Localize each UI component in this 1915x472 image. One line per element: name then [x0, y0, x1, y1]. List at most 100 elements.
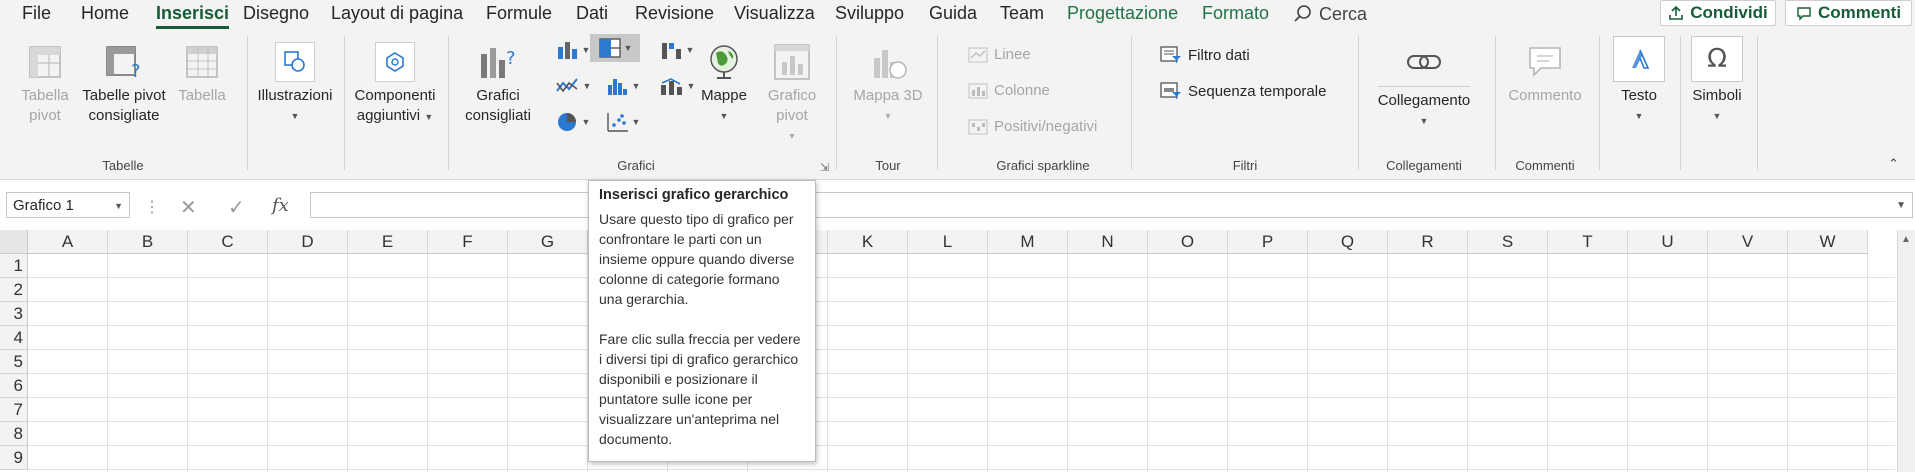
slicer-label: Filtro dati: [1188, 46, 1250, 64]
tab-view[interactable]: Visualizza: [734, 3, 815, 24]
column-header[interactable]: A: [28, 230, 108, 254]
pivot-table-button[interactable]: Tabella pivot: [14, 38, 76, 126]
text-button[interactable]: Testo ▼: [1607, 86, 1671, 126]
column-header[interactable]: E: [348, 230, 428, 254]
column-header[interactable]: N: [1068, 230, 1148, 254]
row-header[interactable]: 6: [0, 374, 28, 398]
hierarchy-chart-button[interactable]: ▼: [590, 34, 640, 62]
statistic-chart-button[interactable]: ▼: [598, 72, 648, 100]
tab-help[interactable]: Guida: [929, 3, 977, 24]
tab-page-layout[interactable]: Layout di pagina: [331, 3, 463, 24]
collapse-ribbon-icon[interactable]: ⌃: [1888, 156, 1899, 172]
column-header[interactable]: Q: [1308, 230, 1388, 254]
row-header[interactable]: 7: [0, 398, 28, 422]
addins-button[interactable]: Componenti aggiuntivi ▼: [350, 38, 440, 127]
row-header[interactable]: 4: [0, 326, 28, 350]
link-button[interactable]: Collegamento ▼: [1374, 38, 1474, 131]
insert-function-icon[interactable]: fx: [272, 195, 289, 216]
scatter-chart-button[interactable]: ▼: [598, 108, 648, 136]
chevron-down-icon: ▼: [883, 111, 893, 121]
row-header[interactable]: 2: [0, 278, 28, 302]
tab-team[interactable]: Team: [1000, 3, 1044, 24]
column-header[interactable]: R: [1388, 230, 1468, 254]
timeline-label: Sequenza temporale: [1188, 82, 1327, 100]
group-label-sparklines: Grafici sparkline: [996, 158, 1090, 173]
row-header[interactable]: 1: [0, 254, 28, 278]
dialog-launcher-icon[interactable]: ⇲: [820, 161, 829, 174]
column-header[interactable]: P: [1228, 230, 1308, 254]
sparkline-winloss-icon: [968, 119, 988, 134]
tab-review[interactable]: Revisione: [635, 3, 714, 24]
share-button[interactable]: Condividi: [1660, 0, 1776, 26]
group-separator: [1495, 36, 1496, 170]
tab-draw[interactable]: Disegno: [243, 3, 309, 24]
map-3d-button[interactable]: Mappa 3D ▼: [852, 38, 924, 126]
tab-home[interactable]: Home: [81, 3, 129, 24]
tab-insert[interactable]: Inserisci: [156, 3, 230, 29]
row-header[interactable]: 8: [0, 422, 28, 446]
column-header[interactable]: W: [1788, 230, 1868, 254]
symbols-button[interactable]: Simboli ▼: [1685, 86, 1749, 126]
text-label: Testo: [1621, 87, 1657, 104]
sparkline-columns-button[interactable]: Colonne: [968, 82, 1050, 99]
column-header[interactable]: C: [188, 230, 268, 254]
group-label-filters: Filtri: [1232, 158, 1258, 173]
formula-input[interactable]: ▼: [310, 192, 1913, 218]
tab-format[interactable]: Formato: [1202, 3, 1269, 24]
symbols-button-icon-frame[interactable]: Ω: [1691, 36, 1743, 82]
sparkline-lines-button[interactable]: Linee: [968, 46, 1031, 63]
tab-design[interactable]: Progettazione: [1067, 3, 1178, 24]
tab-file[interactable]: File: [22, 3, 51, 24]
illustrations-button[interactable]: Illustrazioni ▼: [253, 38, 337, 126]
vertical-scrollbar[interactable]: ▲: [1897, 230, 1915, 472]
sparkline-winloss-button[interactable]: Positivi/negativi: [968, 118, 1097, 135]
column-header[interactable]: V: [1708, 230, 1788, 254]
scatter-chart-icon: [606, 113, 628, 132]
cell-area[interactable]: [28, 254, 1895, 472]
name-box[interactable]: Grafico 1 ▼: [6, 192, 130, 218]
column-header[interactable]: F: [428, 230, 508, 254]
menu-bar: File Home Inserisci Disegno Layout di pa…: [0, 0, 1915, 30]
column-header[interactable]: U: [1628, 230, 1708, 254]
tab-data[interactable]: Dati: [576, 3, 608, 24]
pie-chart-button[interactable]: ▼: [548, 108, 598, 136]
column-header[interactable]: K: [828, 230, 908, 254]
column-header[interactable]: M: [988, 230, 1068, 254]
select-all-corner[interactable]: [0, 230, 28, 254]
comments-button[interactable]: Commenti: [1785, 0, 1912, 26]
text-button-icon-frame[interactable]: [1613, 36, 1665, 82]
pivot-chart-button[interactable]: Grafico pivot ▼: [758, 38, 826, 146]
recommended-charts-button[interactable]: ? Grafici consigliati: [456, 38, 540, 126]
group-label-charts: Grafici: [617, 158, 655, 173]
line-chart-button[interactable]: ▼: [548, 72, 598, 100]
column-header[interactable]: D: [268, 230, 348, 254]
maps-button[interactable]: Mappe ▼: [694, 38, 754, 126]
table-button[interactable]: Tabella: [172, 38, 232, 106]
row-header[interactable]: 5: [0, 350, 28, 374]
table-icon: [186, 46, 218, 78]
column-header[interactable]: S: [1468, 230, 1548, 254]
column-header[interactable]: G: [508, 230, 588, 254]
slicer-button[interactable]: Filtro dati: [1160, 46, 1250, 64]
combo-chart-icon: [660, 78, 682, 95]
cancel-icon[interactable]: ✕: [180, 195, 197, 220]
row-header[interactable]: 9: [0, 446, 28, 470]
tooltip-paragraph-1: Usare questo tipo di grafico per confron…: [599, 211, 795, 307]
column-header[interactable]: T: [1548, 230, 1628, 254]
new-comment-button[interactable]: Commento: [1504, 38, 1586, 106]
column-header[interactable]: O: [1148, 230, 1228, 254]
recommended-pivot-button[interactable]: ? Tabelle pivot consigliate: [78, 38, 170, 126]
scroll-up-icon[interactable]: ▲: [1901, 234, 1911, 245]
timeline-button[interactable]: Sequenza temporale: [1160, 82, 1326, 100]
enter-check-icon[interactable]: ✓: [228, 195, 245, 220]
new-comment-label: Commento: [1508, 87, 1582, 104]
column-header[interactable]: B: [108, 230, 188, 254]
tab-formulas[interactable]: Formule: [486, 3, 552, 24]
row-header[interactable]: 3: [0, 302, 28, 326]
more-options-icon[interactable]: ⋮: [144, 197, 160, 217]
tab-developer[interactable]: Sviluppo: [835, 3, 904, 24]
tooltip-paragraph-2: Fare clic sulla freccia per vedere i div…: [599, 331, 801, 447]
column-header[interactable]: L: [908, 230, 988, 254]
search-box[interactable]: Cerca: [1293, 2, 1367, 26]
group-label-links: Collegamenti: [1386, 158, 1462, 173]
